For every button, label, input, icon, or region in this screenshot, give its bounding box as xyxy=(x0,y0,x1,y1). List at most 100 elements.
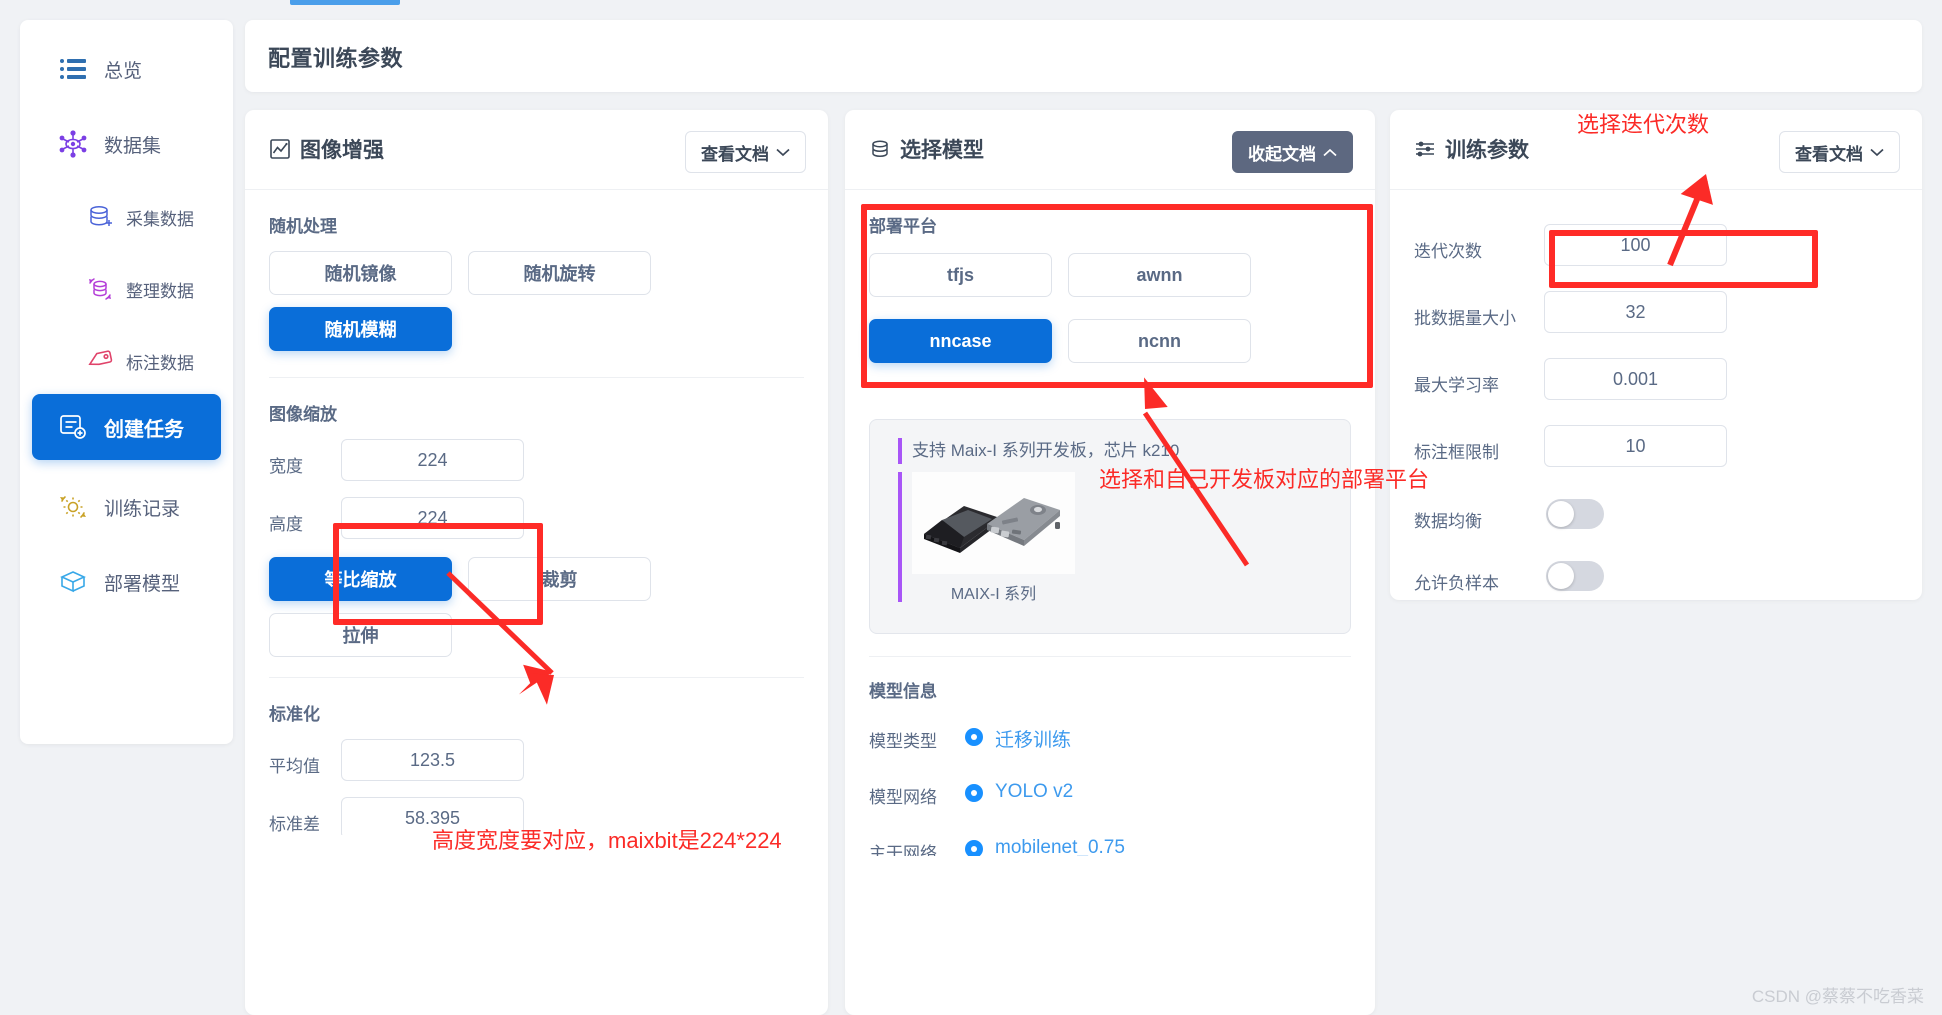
mean-input[interactable]: 123.5 xyxy=(341,739,524,781)
tag-icon xyxy=(86,347,114,375)
panel-title: 图像增强 xyxy=(269,134,384,164)
model-info-row-network: 模型网络 YOLO v2 xyxy=(869,770,1351,818)
panel-title-text: 选择模型 xyxy=(900,139,984,162)
annotation-arrow-iterations xyxy=(1667,174,1713,267)
radio-icon[interactable] xyxy=(965,784,983,802)
sidebar-item-collect-data[interactable]: 采集数据 xyxy=(20,186,233,248)
panel-title: 选择模型 xyxy=(869,134,984,164)
sidebar-item-dataset[interactable]: 数据集 xyxy=(20,113,233,175)
chevron-down-icon xyxy=(1870,142,1884,162)
cube-icon xyxy=(56,565,90,599)
box-limit-input[interactable]: 10 xyxy=(1544,425,1727,467)
field-row-learning-rate: 最大学习率 0.001 xyxy=(1414,358,1898,406)
radio-icon[interactable] xyxy=(965,728,983,746)
quote-bar-icon xyxy=(898,472,902,602)
sidebar-item-overview[interactable]: 总览 xyxy=(20,38,233,100)
field-label: 平均值 xyxy=(269,757,320,776)
panel-title-text: 训练参数 xyxy=(1445,139,1529,162)
top-strip xyxy=(0,0,1942,20)
database-icon xyxy=(869,138,891,160)
field-row-mean: 平均值 123.5 xyxy=(269,739,804,787)
annotation-size-match-text: 高度宽度要对应，maixbit是224*224 xyxy=(432,828,782,853)
chevron-down-icon xyxy=(776,142,790,162)
random-options-group: 随机镜像 随机旋转 随机模糊 xyxy=(269,251,804,357)
width-input[interactable]: 224 xyxy=(341,439,524,481)
app-root: 总览 数据集 采集数据 整理数据 标注数据 创建任务 训练记录 部署模型 配置训… xyxy=(0,0,1942,1015)
view-doc-button-train[interactable]: 查看文档 xyxy=(1779,131,1900,173)
model-info-row-backbone: 主干网络 mobilenet_0.75 xyxy=(869,826,1351,856)
toggle-knob xyxy=(1548,563,1574,589)
maix-i-board-photo xyxy=(912,472,1075,574)
page-title: 配置训练参数 xyxy=(268,46,404,71)
option-label: 拉伸 xyxy=(342,626,379,646)
list-icon xyxy=(56,52,90,86)
model-info-row-type: 模型类型 迁移训练 xyxy=(869,714,1351,762)
divider xyxy=(269,377,804,378)
toggle-label: 数据均衡 xyxy=(1414,512,1482,531)
toggle-row-negative-samples: 允许负样本 xyxy=(1414,549,1898,600)
view-doc-button-augment[interactable]: 查看文档 xyxy=(685,131,806,173)
sidebar-item-annotate-data[interactable]: 标注数据 xyxy=(20,330,233,392)
gear-sync-icon xyxy=(56,490,90,524)
annotation-box-deploy-platform xyxy=(861,204,1373,388)
row-label: 主干网络 xyxy=(869,844,937,856)
row-label: 模型类型 xyxy=(869,732,937,751)
field-row-box-limit: 标注框限制 10 xyxy=(1414,425,1898,473)
panel-header: 图像增强 查看文档 xyxy=(245,110,828,190)
device-caption: MAIX-I 系列 xyxy=(950,586,1037,603)
option-label: 随机旋转 xyxy=(523,264,596,284)
toggle-knob xyxy=(1548,501,1574,527)
field-row-width: 宽度 224 xyxy=(269,439,804,487)
collapse-doc-label: 收起文档 xyxy=(1248,144,1316,164)
collapse-doc-button-model[interactable]: 收起文档 xyxy=(1232,131,1353,173)
row-value[interactable]: mobilenet_0.75 xyxy=(995,837,1125,856)
random-section-label: 随机处理 xyxy=(269,217,337,236)
sidebar-item-create-task[interactable]: 创建任务 xyxy=(32,394,221,460)
annotation-arrow-size xyxy=(446,571,554,705)
scale-section-label: 图像缩放 xyxy=(269,405,337,424)
radio-icon[interactable] xyxy=(965,840,983,856)
option-random-rotate[interactable]: 随机旋转 xyxy=(468,251,651,295)
field-label: 批数据量大小 xyxy=(1414,309,1516,328)
negative-samples-toggle[interactable] xyxy=(1546,561,1604,591)
document-add-icon xyxy=(56,410,90,444)
sidebar: 总览 数据集 采集数据 整理数据 标注数据 创建任务 训练记录 部署模型 xyxy=(20,20,233,744)
row-value[interactable]: YOLO v2 xyxy=(995,781,1073,803)
sliders-icon xyxy=(1414,138,1436,160)
field-row-batch-size: 批数据量大小 32 xyxy=(1414,291,1898,339)
database-add-icon xyxy=(86,203,114,231)
divider xyxy=(869,656,1351,657)
sidebar-item-organize-data[interactable]: 整理数据 xyxy=(20,258,233,320)
active-tab-indicator[interactable] xyxy=(290,0,400,5)
option-label: 随机模糊 xyxy=(324,320,397,340)
chevron-up-icon xyxy=(1323,142,1337,162)
field-label: 高度 xyxy=(269,515,303,534)
view-doc-label: 查看文档 xyxy=(1795,144,1863,164)
option-random-blur[interactable]: 随机模糊 xyxy=(269,307,452,351)
field-label: 最大学习率 xyxy=(1414,376,1499,395)
panel-header: 选择模型 收起文档 xyxy=(845,110,1375,190)
model-info-label: 模型信息 xyxy=(869,682,937,701)
learning-rate-input[interactable]: 0.001 xyxy=(1544,358,1727,400)
toggle-label: 允许负样本 xyxy=(1414,574,1499,593)
field-label: 标注框限制 xyxy=(1414,443,1499,462)
field-label: 标准差 xyxy=(269,815,320,834)
sidebar-item-training-records[interactable]: 训练记录 xyxy=(20,476,233,538)
dataset-nodes-icon xyxy=(56,127,90,161)
row-value[interactable]: 迁移训练 xyxy=(995,725,1071,752)
sidebar-item-label: 总览 xyxy=(104,60,143,82)
sidebar-item-label: 采集数据 xyxy=(126,209,194,229)
sidebar-item-deploy-model[interactable]: 部署模型 xyxy=(20,551,233,613)
data-balance-toggle[interactable] xyxy=(1546,499,1604,529)
sidebar-item-label: 创建任务 xyxy=(104,418,184,441)
option-random-mirror[interactable]: 随机镜像 xyxy=(269,251,452,295)
sidebar-item-label: 整理数据 xyxy=(126,281,194,301)
sidebar-item-label: 数据集 xyxy=(104,135,162,157)
batch-size-input[interactable]: 32 xyxy=(1544,291,1727,333)
sidebar-item-label: 训练记录 xyxy=(104,498,181,520)
toggle-row-data-balance: 数据均衡 xyxy=(1414,487,1898,549)
watermark: CSDN @蔡蔡不吃香菜 xyxy=(1751,987,1924,1006)
field-label: 迭代次数 xyxy=(1414,242,1482,261)
annotation-deploy-platform-text: 选择和自己开发板对应的部署平台 xyxy=(1099,467,1430,492)
view-doc-label: 查看文档 xyxy=(701,144,769,164)
